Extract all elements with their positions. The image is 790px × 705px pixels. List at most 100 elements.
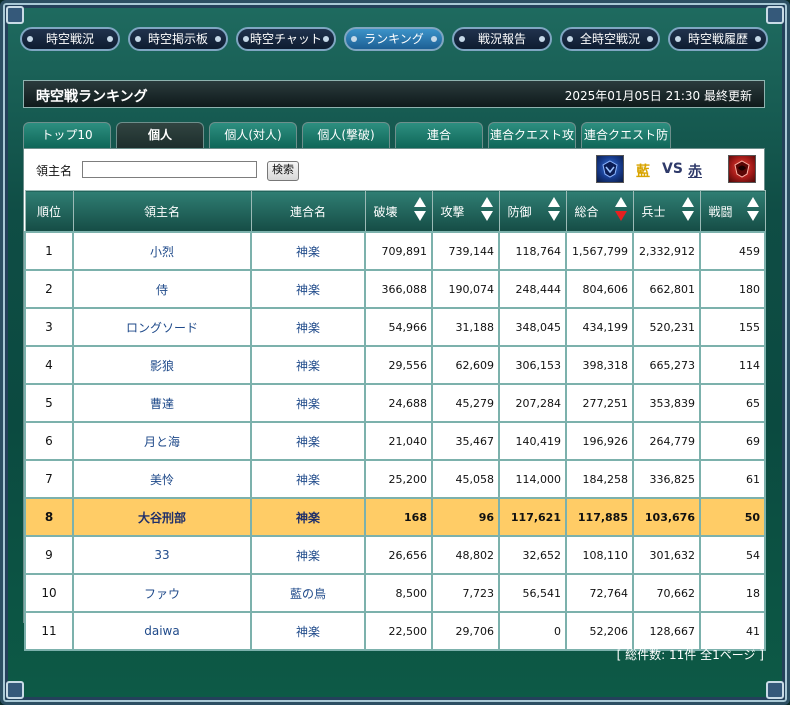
guild-name-link[interactable]: 神楽 [250,535,366,575]
guild-name-link[interactable]: 神楽 [250,231,366,271]
blue-team-label: 藍 [636,164,650,180]
nav-button-battle-history[interactable]: 時空戦履歴 [668,27,768,51]
total-cell: 398,318 [565,345,634,385]
sort-desc-active-icon[interactable] [614,211,627,221]
lord-name-link[interactable]: daiwa [72,611,252,651]
tab-individual-pvp[interactable]: 個人(対人) [209,122,297,148]
table-row: 6 月と海 神楽 21,040 35,467 140,419 196,926 264,779 6… [24,421,766,461]
sort-toggle-attack[interactable] [480,197,493,225]
attack-cell: 7,723 [431,573,500,613]
ranking-table: 順位 領主名 連合名 破壊 攻撃 防御 総合 兵士 戦闘 1 小烈 神楽 709,89… [24,190,766,651]
nav-dot-icon [539,36,545,42]
sort-toggle-destroy[interactable] [413,197,426,225]
header-battle: 戦闘 [699,190,766,233]
header-attack: 攻撃 [431,190,500,233]
lord-name-link[interactable]: 月と海 [72,421,252,461]
header-rank: 順位 [24,190,74,233]
frame-corner-ornament [6,6,24,24]
guild-name-link[interactable]: 藍の鳥 [250,573,366,613]
guild-name-link[interactable]: 神楽 [250,611,366,651]
sort-asc-icon[interactable] [547,197,560,207]
rank-cell: 6 [24,421,74,461]
header-defense-label: 防御 [507,205,532,219]
sort-asc-icon[interactable] [614,197,627,207]
nav-button-all-battles[interactable]: 全時空戦況 [560,27,660,51]
rank-cell: 10 [24,573,74,613]
tab-guild-quest-defense[interactable]: 連合クエスト防 [581,122,671,148]
defense-cell: 118,764 [498,231,567,271]
page-title-bar: 時空戦ランキング 2025年01月05日 21:30 最終更新 [23,80,765,108]
lord-name-link[interactable]: 侍 [72,269,252,309]
lord-name-search-input[interactable] [82,161,257,178]
guild-name-link[interactable]: 神楽 [250,307,366,347]
nav-button-battle-report[interactable]: 戦況報告 [452,27,552,51]
guild-name-link[interactable]: 神楽 [250,383,366,423]
frame-corner-ornament [766,6,784,24]
guild-name-link[interactable]: 神楽 [250,497,366,537]
lord-name-link[interactable]: 曹達 [72,383,252,423]
lord-name-link[interactable]: 小烈 [72,231,252,271]
attack-cell: 31,188 [431,307,500,347]
lord-name-link[interactable]: 美怜 [72,459,252,499]
guild-name-link[interactable]: 神楽 [250,269,366,309]
nav-button-bulletin-board[interactable]: 時空掲示板 [128,27,228,51]
sort-desc-icon[interactable] [681,211,694,221]
battle-cell: 69 [699,421,766,461]
sort-desc-icon[interactable] [746,211,759,221]
nav-dot-icon [567,36,573,42]
header-soldiers-label: 兵士 [641,205,666,219]
red-team-link[interactable]: 赤 [688,161,702,181]
lord-name-link[interactable]: ファウ [72,573,252,613]
total-cell: 184,258 [565,459,634,499]
versus-indicator: 藍 VS 赤 [596,155,756,185]
battle-cell: 459 [699,231,766,271]
guild-name-link[interactable]: 神楽 [250,459,366,499]
search-bar: 領主名 検索 藍 VS 赤 [24,149,764,189]
search-button[interactable]: 検索 [267,161,299,181]
guild-name-link[interactable]: 神楽 [250,421,366,461]
defense-cell: 306,153 [498,345,567,385]
header-destroy-label: 破壊 [373,205,398,219]
attack-cell: 739,144 [431,231,500,271]
sort-toggle-defense[interactable] [547,197,560,225]
destroy-cell: 29,556 [364,345,433,385]
lord-name-link[interactable]: ロングソード [72,307,252,347]
sort-asc-icon[interactable] [480,197,493,207]
guild-name-link[interactable]: 神楽 [250,345,366,385]
tab-top10[interactable]: トップ10 [23,122,111,148]
soldiers-cell: 103,676 [632,497,701,537]
rank-cell: 8 [24,497,74,537]
table-row: 1 小烈 神楽 709,891 739,144 118,764 1,567,799 2,332… [24,231,766,271]
nav-button-chat[interactable]: 時空チャット [236,27,336,51]
top-navigation: 時空戦況 時空掲示板 時空チャット ランキング 戦況報告 全時空戦況 時空戦履歴 [20,27,770,53]
tab-guild[interactable]: 連合 [395,122,483,148]
sort-asc-icon[interactable] [413,197,426,207]
sort-toggle-total[interactable] [614,197,627,225]
lord-name-link[interactable]: 33 [72,535,252,575]
nav-label: 全時空戦況 [579,32,640,46]
sort-desc-icon[interactable] [413,211,426,221]
tab-individual[interactable]: 個人 [116,122,204,148]
sort-asc-icon[interactable] [746,197,759,207]
sort-desc-icon[interactable] [547,211,560,221]
tab-guild-quest-attack[interactable]: 連合クエスト攻 [488,122,576,148]
battle-cell: 54 [699,535,766,575]
nav-dot-icon [647,36,653,42]
total-cell: 1,567,799 [565,231,634,271]
soldiers-cell: 662,801 [632,269,701,309]
sort-toggle-battle[interactable] [746,197,759,225]
lord-name-link[interactable]: 大谷刑部 [72,497,252,537]
nav-button-battle-status[interactable]: 時空戦況 [20,27,120,51]
destroy-cell: 54,966 [364,307,433,347]
sort-asc-icon[interactable] [681,197,694,207]
battle-cell: 114 [699,345,766,385]
lord-name-link[interactable]: 影狼 [72,345,252,385]
table-row: 3 ロングソード 神楽 54,966 31,188 348,045 434,199 520,2… [24,307,766,347]
page-title: 時空戦ランキング [36,89,148,105]
sort-toggle-soldiers[interactable] [681,197,694,225]
table-row: 9 33 神楽 26,656 48,802 32,652 108,110 301,632 54 [24,535,766,575]
tab-individual-kills[interactable]: 個人(撃破) [302,122,390,148]
nav-button-ranking[interactable]: ランキング [344,27,444,51]
defense-cell: 348,045 [498,307,567,347]
sort-desc-icon[interactable] [480,211,493,221]
